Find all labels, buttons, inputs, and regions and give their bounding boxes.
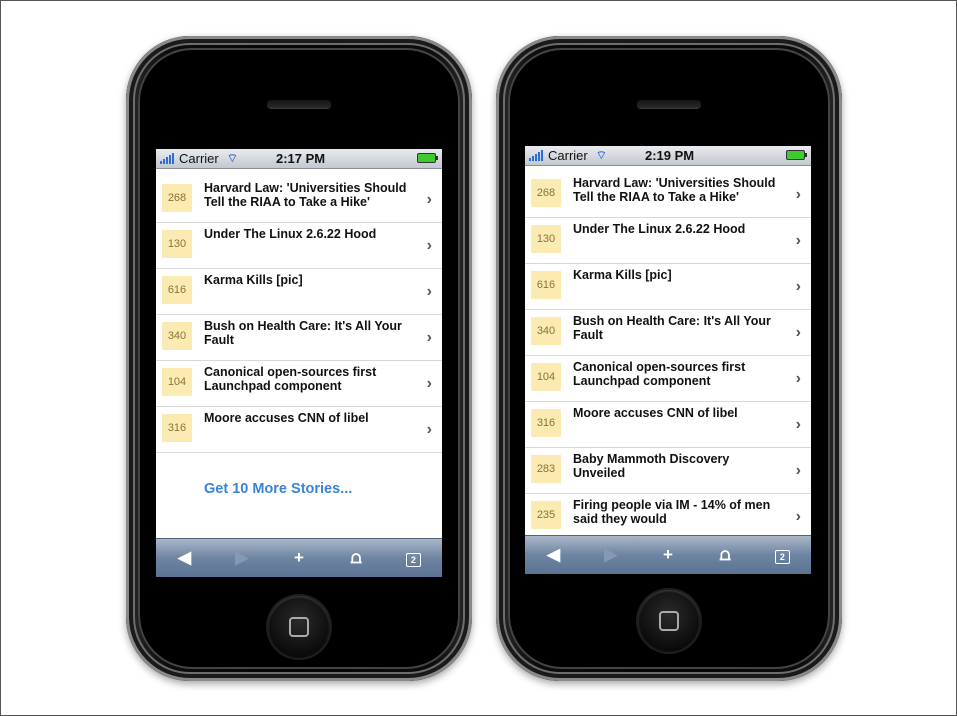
wifi-icon: ⌔ <box>226 151 239 165</box>
chevron-right-icon: › <box>426 375 432 392</box>
chevron-right-icon: › <box>426 237 432 254</box>
home-button[interactable] <box>638 590 700 652</box>
bookmarks-book-icon[interactable]: ⩍ <box>336 548 376 568</box>
bookmarks-book-icon[interactable]: ⩍ <box>705 545 745 565</box>
story-row[interactable]: 616 Karma Kills [pic] › <box>525 264 811 310</box>
chevron-right-icon: › <box>795 324 801 341</box>
story-score: 104 <box>162 368 192 396</box>
safari-toolbar: ◀ ▶ + ⩍ 2 <box>525 535 811 574</box>
story-title: Canonical open-sources first Launchpad c… <box>204 365 377 393</box>
carrier-label: Carrier <box>548 148 588 163</box>
story-score: 104 <box>531 363 561 391</box>
forward-arrow-icon[interactable]: ▶ <box>591 545 631 565</box>
more-stories-link[interactable]: Get 10 More Stories... <box>156 453 442 525</box>
story-score: 268 <box>162 184 192 212</box>
story-row[interactable]: 104 Canonical open-sources first Launchp… <box>525 356 811 402</box>
chevron-right-icon: › <box>795 186 801 203</box>
chevron-right-icon: › <box>426 421 432 438</box>
chevron-right-icon: › <box>795 370 801 387</box>
home-button[interactable] <box>268 596 330 658</box>
iphone-left: Carrier ⌔ 2:17 PM 268 Harvard Law: 'Univ… <box>126 36 472 681</box>
story-row[interactable]: 340 Bush on Health Care: It's All Your F… <box>525 310 811 356</box>
chevron-right-icon: › <box>426 283 432 300</box>
story-score: 616 <box>162 276 192 304</box>
earpiece-speaker <box>267 100 331 108</box>
story-row[interactable]: 130 Under The Linux 2.6.22 Hood › <box>156 223 442 269</box>
home-square-icon <box>289 617 309 637</box>
home-square-icon <box>659 611 679 631</box>
phone-screen: Carrier ⌔ 2:17 PM 268 Harvard Law: 'Univ… <box>156 149 442 577</box>
chevron-right-icon: › <box>795 278 801 295</box>
pages-button[interactable]: 2 <box>393 548 433 568</box>
signal-icon <box>160 152 178 165</box>
story-title: Baby Mammoth Discovery Unveiled <box>573 452 730 480</box>
clock: 2:19 PM <box>645 148 695 163</box>
pages-icon: 2 <box>405 553 421 567</box>
signal-icon <box>529 149 547 162</box>
add-bookmark-icon[interactable]: + <box>648 545 688 565</box>
chevron-right-icon: › <box>795 232 801 249</box>
status-bar: Carrier ⌔ 2:19 PM <box>525 146 811 166</box>
chevron-right-icon: › <box>795 462 801 479</box>
story-row[interactable]: 104 Canonical open-sources first Launchp… <box>156 361 442 407</box>
story-row[interactable]: 316 Moore accuses CNN of libel › <box>156 407 442 453</box>
earpiece-speaker <box>637 100 701 108</box>
story-row[interactable]: 235 Firing people via IM - 14% of men sa… <box>525 494 811 540</box>
story-title: Moore accuses CNN of libel <box>573 406 738 420</box>
phone-screen: Carrier ⌔ 2:19 PM 268 Harvard Law: 'Univ… <box>525 146 811 574</box>
story-title: Canonical open-sources first Launchpad c… <box>573 360 746 388</box>
chevron-right-icon: › <box>795 508 801 525</box>
story-score: 130 <box>162 230 192 258</box>
add-bookmark-icon[interactable]: + <box>279 548 319 568</box>
story-score: 340 <box>162 322 192 350</box>
story-title: Karma Kills [pic] <box>573 268 672 282</box>
story-score: 283 <box>531 455 561 483</box>
story-title: Under The Linux 2.6.22 Hood <box>573 222 746 236</box>
chevron-right-icon: › <box>795 416 801 433</box>
story-row[interactable]: 130 Under The Linux 2.6.22 Hood › <box>525 218 811 264</box>
battery-icon <box>786 150 807 160</box>
story-score: 616 <box>531 271 561 299</box>
story-score: 268 <box>531 179 561 207</box>
forward-arrow-icon[interactable]: ▶ <box>222 548 262 568</box>
battery-icon <box>417 153 438 163</box>
back-arrow-icon[interactable]: ◀ <box>165 548 205 568</box>
carrier-label: Carrier <box>179 151 219 166</box>
story-row[interactable]: 316 Moore accuses CNN of libel › <box>525 402 811 448</box>
story-title: Firing people via IM - 14% of men said t… <box>573 498 771 526</box>
iphone-right: Carrier ⌔ 2:19 PM 268 Harvard Law: 'Univ… <box>496 36 842 681</box>
status-bar: Carrier ⌔ 2:17 PM <box>156 149 442 169</box>
story-list: 268 Harvard Law: 'Universities Should Te… <box>525 172 811 540</box>
story-score: 235 <box>531 501 561 529</box>
clock: 2:17 PM <box>276 151 326 166</box>
story-score: 130 <box>531 225 561 253</box>
story-score: 340 <box>531 317 561 345</box>
safari-toolbar: ◀ ▶ + ⩍ 2 <box>156 538 442 577</box>
story-row[interactable]: 340 Bush on Health Care: It's All Your F… <box>156 315 442 361</box>
pages-button[interactable]: 2 <box>762 545 802 565</box>
story-row[interactable]: 616 Karma Kills [pic] › <box>156 269 442 315</box>
pages-icon: 2 <box>774 550 790 564</box>
chevron-right-icon: › <box>426 329 432 346</box>
story-title: Bush on Health Care: It's All Your Fault <box>573 314 771 342</box>
story-score: 316 <box>162 414 192 442</box>
story-title: Moore accuses CNN of libel <box>204 411 369 425</box>
story-row[interactable]: 268 Harvard Law: 'Universities Should Te… <box>156 177 442 223</box>
story-title: Harvard Law: 'Universities Should Tell t… <box>204 181 407 209</box>
story-row[interactable]: 268 Harvard Law: 'Universities Should Te… <box>525 172 811 218</box>
story-title: Karma Kills [pic] <box>204 273 303 287</box>
story-title: Harvard Law: 'Universities Should Tell t… <box>573 176 776 204</box>
wifi-icon: ⌔ <box>595 148 608 162</box>
story-list: 268 Harvard Law: 'Universities Should Te… <box>156 177 442 525</box>
story-title: Under The Linux 2.6.22 Hood <box>204 227 377 241</box>
back-arrow-icon[interactable]: ◀ <box>534 545 574 565</box>
story-title: Bush on Health Care: It's All Your Fault <box>204 319 402 347</box>
story-row[interactable]: 283 Baby Mammoth Discovery Unveiled › <box>525 448 811 494</box>
chevron-right-icon: › <box>426 191 432 208</box>
story-score: 316 <box>531 409 561 437</box>
